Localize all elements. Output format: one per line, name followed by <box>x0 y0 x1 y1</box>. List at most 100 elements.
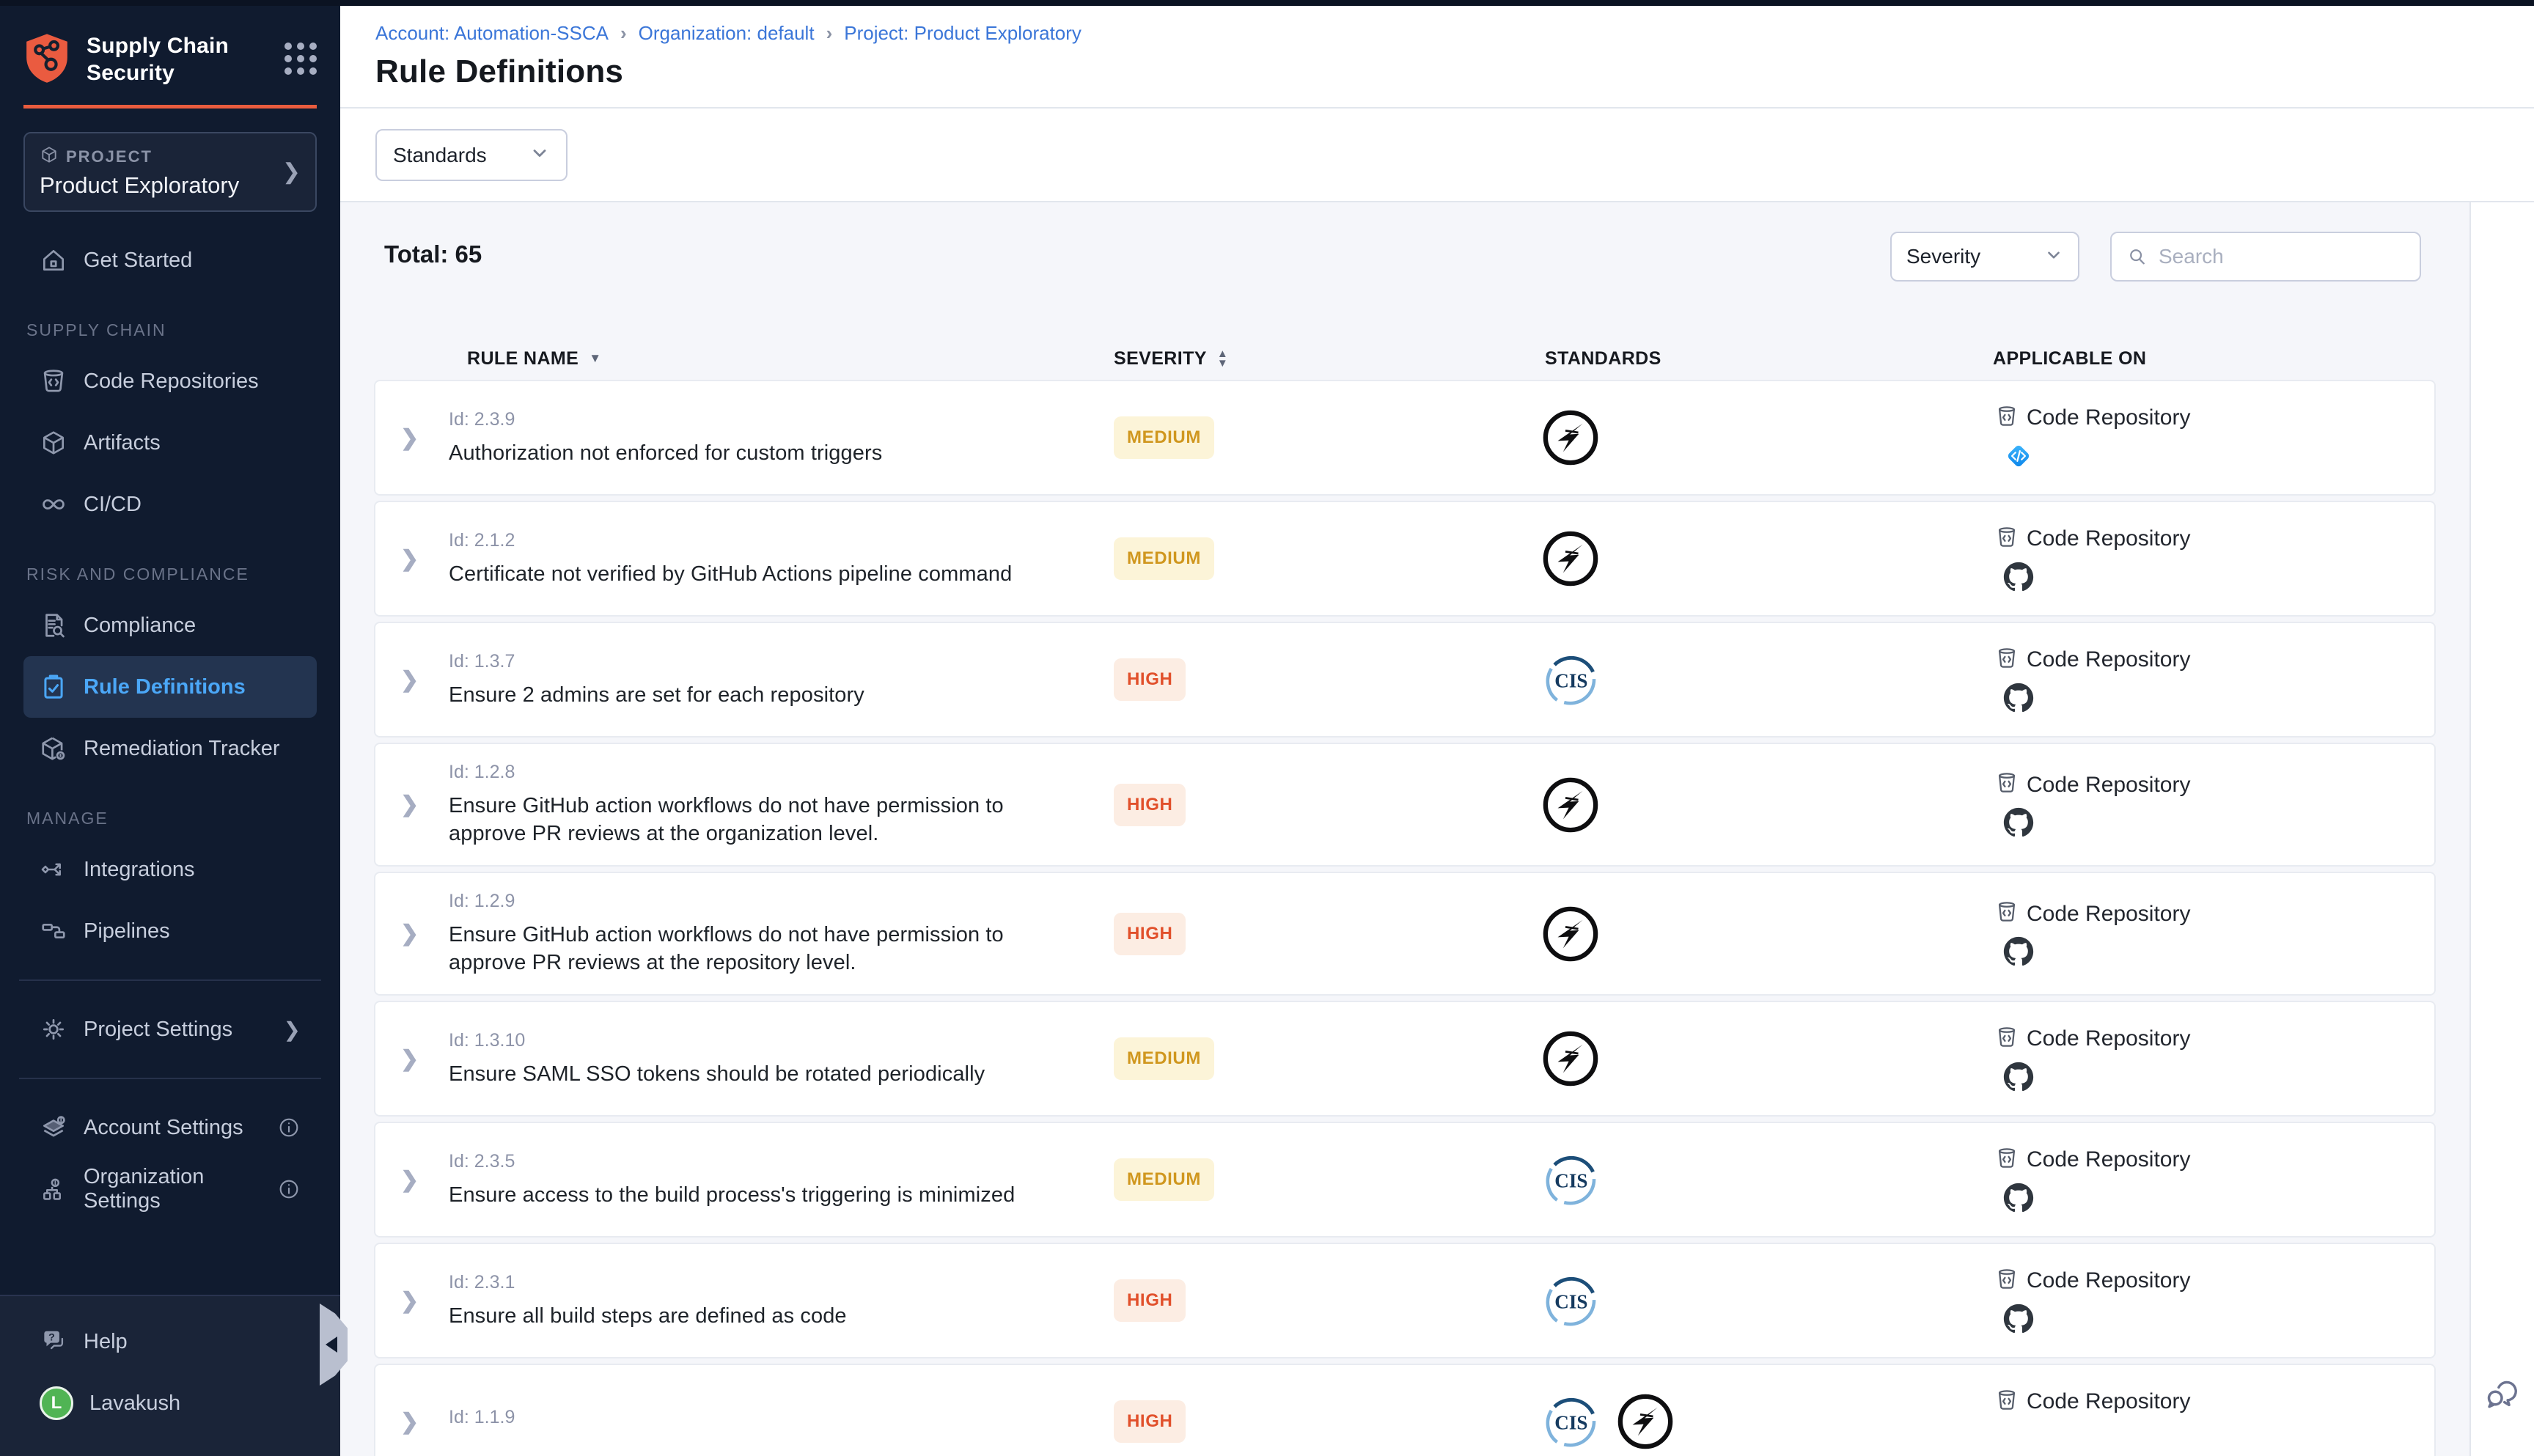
applicable-on-cell: Code Repository <box>1977 1025 2437 1093</box>
expand-chevron-icon[interactable]: ❯ <box>400 547 419 571</box>
applicable-on-label: Code Repository <box>2027 526 2190 551</box>
table-row[interactable]: ❯ Id: 1.1.9 HIGH CIS Code Repository <box>374 1364 2436 1456</box>
page-header: Account: Automation-SSCA › Organization: d… <box>340 6 2534 109</box>
owasp-standard-icon <box>1540 774 1601 836</box>
severity-badge: MEDIUM <box>1114 1158 1214 1201</box>
expand-chevron-icon[interactable]: ❯ <box>400 1168 419 1192</box>
severity-filter-dropdown[interactable]: Severity <box>1890 232 2079 282</box>
sidebar-item-get-started[interactable]: Get Started <box>23 229 317 291</box>
search-input[interactable] <box>2159 245 2405 268</box>
standards-cell <box>1524 903 1977 965</box>
search-box[interactable] <box>2110 232 2421 282</box>
expand-chevron-icon[interactable]: ❯ <box>400 668 419 692</box>
sidebar-item-integrations[interactable]: Integrations <box>23 839 317 900</box>
table-row[interactable]: ❯ Id: 2.1.2 Certificate not verified by … <box>374 501 2436 617</box>
table-row[interactable]: ❯ Id: 1.3.7 Ensure 2 admins are set for … <box>374 622 2436 738</box>
sidebar-item-organization-settings[interactable]: Organization Settings <box>23 1158 317 1220</box>
user-name: Lavakush <box>89 1391 180 1416</box>
rule-id: Id: 2.3.9 <box>449 409 1099 430</box>
table-row[interactable]: ❯ Id: 1.3.10 Ensure SAML SSO tokens shou… <box>374 1001 2436 1117</box>
applicable-on-label: Code Repository <box>2027 1026 2190 1051</box>
applicable-on-label: Code Repository <box>2027 902 2190 927</box>
sidebar-item-project-settings[interactable]: Project Settings❯ <box>23 999 317 1060</box>
help-chat-icon: ? <box>40 1328 67 1356</box>
chevron-right-icon: ❯ <box>284 1018 301 1042</box>
table-row[interactable]: ❯ Id: 1.2.8 Ensure GitHub action workflo… <box>374 743 2436 867</box>
table-row[interactable]: ❯ Id: 2.3.5 Ensure access to the build p… <box>374 1122 2436 1238</box>
sidebar-item-artifacts[interactable]: Artifacts <box>23 412 317 474</box>
sidebar-item-label: Help <box>84 1330 128 1354</box>
rule-id: Id: 1.1.9 <box>449 1407 1099 1428</box>
project-label: PROJECT <box>66 147 153 166</box>
expand-chevron-icon[interactable]: ❯ <box>400 426 419 450</box>
sidebar-item-remediation-tracker[interactable]: Remediation Tracker <box>23 718 317 779</box>
sidebar-item-account-settings[interactable]: Account Settings <box>23 1097 317 1158</box>
column-header-severity[interactable]: SEVERITY▲▼ <box>1112 348 1523 369</box>
sidebar-item-label: Account Settings <box>84 1116 243 1140</box>
code-repository-icon <box>1994 404 2019 433</box>
column-header-applicable-on: APPLICABLE ON <box>1975 348 2436 369</box>
table-row[interactable]: ❯ Id: 2.3.1 Ensure all build steps are d… <box>374 1243 2436 1358</box>
standards-cell <box>1524 407 1977 468</box>
rule-name: Ensure all build steps are defined as co… <box>449 1302 1087 1330</box>
applicable-on-cell: Code Repository <box>1977 525 2437 593</box>
standards-cell <box>1524 528 1977 589</box>
applicable-on-label: Code Repository <box>2027 1147 2190 1172</box>
sidebar-item-label: Code Repositories <box>84 369 259 394</box>
breadcrumb-item[interactable]: Organization: default <box>639 22 815 45</box>
rule-name: Ensure 2 admins are set for each reposit… <box>449 681 1087 709</box>
code-repository-icon <box>1994 1025 2019 1054</box>
sidebar-item-label: Compliance <box>84 614 196 638</box>
cube-icon <box>40 429 67 457</box>
expand-chevron-icon[interactable]: ❯ <box>400 1047 419 1071</box>
github-icon <box>2003 1182 2034 1214</box>
sidebar-item-label: Rule Definitions <box>84 675 246 699</box>
rules-table-panel: Total: 65 Severity RULE NAME▼ SEVERITY▲▼… <box>340 202 2469 1456</box>
chat-bubbles-icon[interactable] <box>2481 1372 2522 1413</box>
info-icon <box>277 1116 301 1139</box>
right-gutter <box>2469 202 2534 1456</box>
sidebar-section-label: MANAGE <box>26 809 317 828</box>
gear-icon <box>40 1015 67 1043</box>
chevron-right-icon: ❯ <box>282 159 301 185</box>
sidebar-item-ci-cd[interactable]: CI/CD <box>23 474 317 535</box>
nine-dot-grid-icon[interactable] <box>284 43 317 75</box>
column-header-rule-name[interactable]: RULE NAME▼ <box>447 348 1112 369</box>
table-row[interactable]: ❯ Id: 2.3.9 Authorization not enforced f… <box>374 380 2436 496</box>
severity-badge: MEDIUM <box>1114 537 1214 580</box>
breadcrumb-separator-icon: › <box>620 22 627 45</box>
sidebar-item-user[interactable]: L Lavakush <box>23 1372 317 1434</box>
sidebar-item-pipelines[interactable]: Pipelines <box>23 900 317 962</box>
expand-chevron-icon[interactable]: ❯ <box>400 1410 419 1434</box>
applicable-on-cell: Code Repository <box>1977 900 2437 968</box>
expand-chevron-icon[interactable]: ❯ <box>400 793 419 817</box>
sidebar-item-label: Artifacts <box>84 431 161 455</box>
sidebar-section-label: SUPPLY CHAIN <box>26 320 317 340</box>
standards-cell <box>1524 1028 1977 1089</box>
cis-standard-icon: CIS <box>1540 1149 1601 1210</box>
standards-cell: CIS <box>1524 1149 1977 1210</box>
code-repository-icon <box>1994 646 2019 674</box>
applicable-on-cell: Code Repository <box>1977 1267 2437 1335</box>
total-count: Total: 65 <box>384 240 482 268</box>
sidebar-item-rule-definitions[interactable]: Rule Definitions <box>23 656 317 718</box>
sidebar-item-compliance[interactable]: Compliance <box>23 595 317 656</box>
table-row[interactable]: ❯ Id: 1.2.9 Ensure GitHub action workflo… <box>374 872 2436 996</box>
breadcrumb-item[interactable]: Account: Automation-SSCA <box>375 22 609 45</box>
sidebar-item-help[interactable]: ? Help <box>23 1311 317 1372</box>
severity-badge: MEDIUM <box>1114 1037 1214 1080</box>
standards-filter-dropdown[interactable]: Standards <box>375 129 568 181</box>
window-top-edge <box>0 0 2534 6</box>
expand-chevron-icon[interactable]: ❯ <box>400 1289 419 1313</box>
chevron-down-icon <box>2044 246 2063 268</box>
sidebar-item-label: Remediation Tracker <box>84 737 280 761</box>
code-repository-icon <box>1994 771 2019 799</box>
github-icon <box>2003 935 2034 968</box>
project-selector[interactable]: PROJECT Product Exploratory ❯ <box>23 132 317 212</box>
sidebar-item-code-repositories[interactable]: Code Repositories <box>23 350 317 412</box>
project-name: Product Exploratory <box>40 172 239 199</box>
expand-chevron-icon[interactable]: ❯ <box>400 922 419 946</box>
breadcrumb-item[interactable]: Project: Product Exploratory <box>844 22 1081 45</box>
column-header-standards: STANDARDS <box>1523 348 1975 369</box>
rule-name: Ensure GitHub action workflows do not ha… <box>449 921 1087 977</box>
